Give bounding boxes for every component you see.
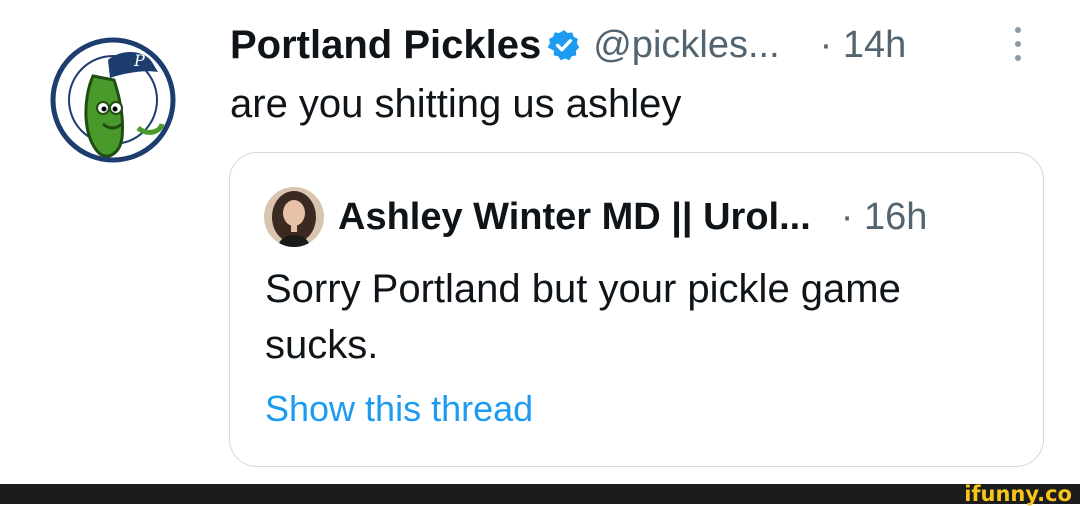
ifunny-watermark: ifunny.co: [964, 482, 1072, 506]
author-handle[interactable]: @pickles...: [593, 24, 779, 67]
quoted-tweet-card[interactable]: Ashley Winter MD || Urol... · 16h Sorry …: [229, 152, 1044, 467]
verified-badge-icon: [547, 28, 581, 62]
quoted-tweet-text: Sorry Portland but your pickle game suck…: [265, 267, 901, 367]
tweet-header: Portland Pickles @pickles... · 14h: [230, 20, 906, 70]
author-name[interactable]: Portland Pickles: [230, 23, 541, 68]
pickle-logo-icon: P: [50, 37, 176, 163]
quoted-author-avatar: [264, 187, 324, 247]
svg-text:P: P: [133, 51, 145, 70]
quoted-tweet-header: Ashley Winter MD || Urol... · 16h: [264, 187, 928, 247]
quoted-author-name[interactable]: Ashley Winter MD || Urol...: [338, 196, 811, 239]
tweet-text: are you shitting us ashley: [230, 82, 682, 126]
tweet-timestamp[interactable]: · 14h: [820, 24, 907, 67]
person-avatar-icon: [264, 187, 324, 247]
portland-pickles-logo-avatar[interactable]: P: [48, 28, 178, 168]
more-options-icon[interactable]: [1010, 22, 1026, 66]
watermark-bar: ifunny.co: [0, 482, 1080, 506]
show-thread-link[interactable]: Show this thread: [265, 388, 533, 430]
quoted-tweet-timestamp[interactable]: · 16h: [841, 196, 928, 239]
